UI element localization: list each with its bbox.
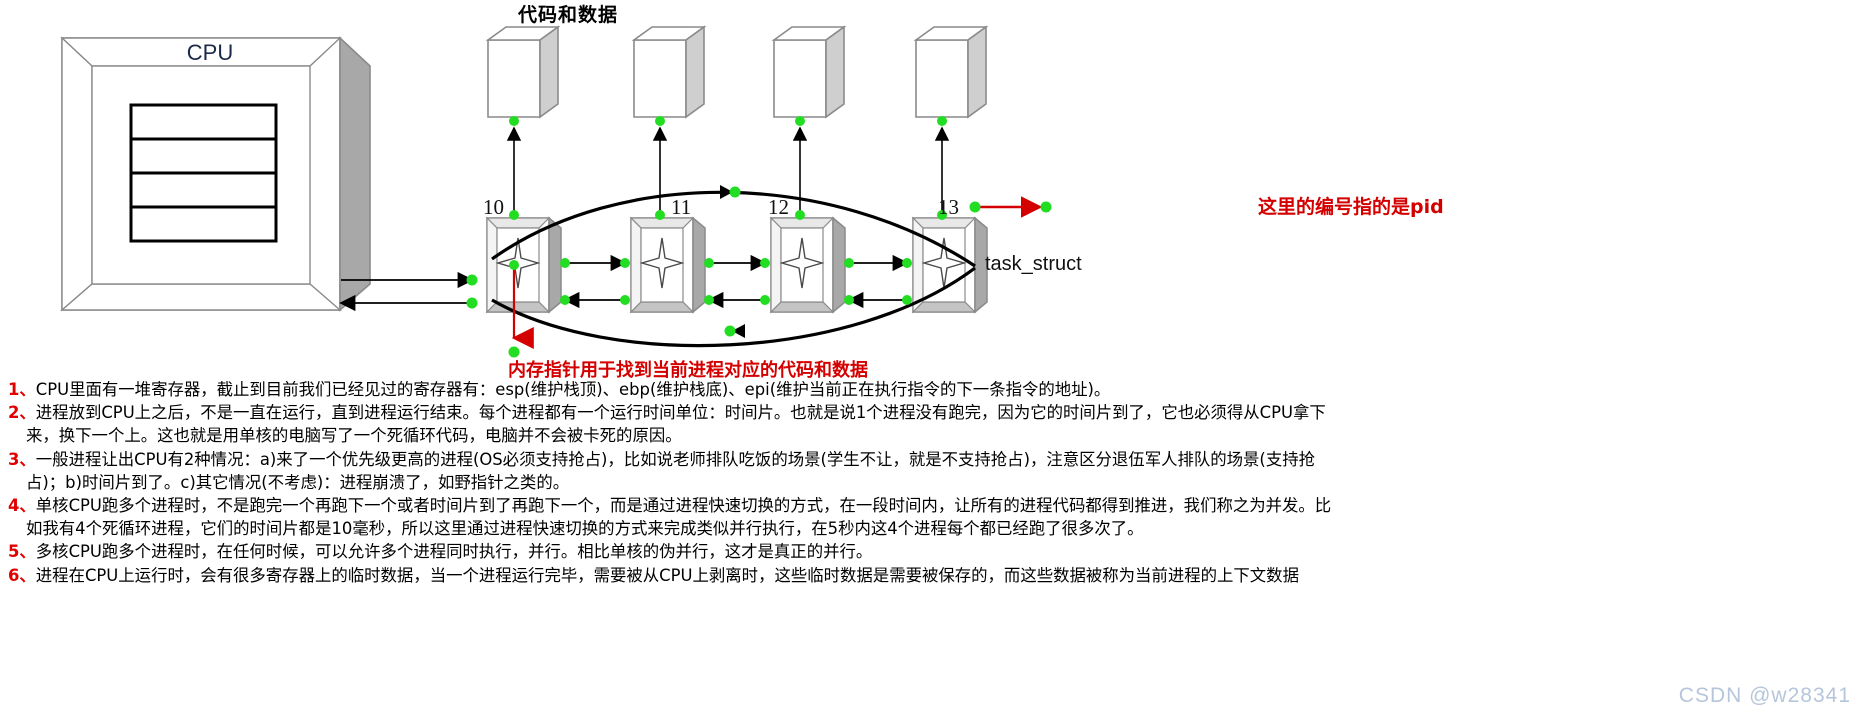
note-number: 2、 xyxy=(8,403,36,423)
task-struct-label: task_struct xyxy=(985,253,1082,275)
memory-block-1 xyxy=(485,25,561,119)
memory-block-3 xyxy=(771,25,847,119)
node-number-12: 12 xyxy=(768,195,789,219)
note-number: 1、 xyxy=(8,380,36,399)
cpu-frame xyxy=(60,36,371,312)
note-number: 3、 xyxy=(8,449,36,469)
note-text: CPU里面有一堆寄存器，截止到目前我们已经见过的寄存器有：esp(维护栈顶)、e… xyxy=(35,380,1111,399)
memory-block-4 xyxy=(913,25,989,119)
note-item-6: 6、进程在CPU上运行时，会有很多寄存器上的临时数据，当一个进程运行完毕，需要被… xyxy=(8,564,1858,587)
note-text-cont: 如我有4个死循环进程，它们的时间片都是10毫秒，所以这里通过进程快速切换的方式来… xyxy=(26,519,1144,539)
note-text: 一般进程让出CPU有2种情况：a)来了一个优先级更高的进程(OS必须支持抢占)，… xyxy=(35,449,1315,469)
node-number-13: 13 xyxy=(938,195,959,219)
note-text: 进程放到CPU上之后，不是一直在运行，直到进程运行结束。每个进程都有一个运行时间… xyxy=(35,403,1326,423)
diagram-vector-layer xyxy=(60,25,1052,358)
task-node-10 xyxy=(485,216,562,314)
note-item-1: 1、CPU里面有一堆寄存器，截止到目前我们已经见过的寄存器有：esp(维护栈顶)… xyxy=(8,378,1858,401)
note-item-5: 5、多核CPU跑多个进程时，在任何时候，可以允许多个进程同时执行，并行。相比单核… xyxy=(8,540,1858,563)
notes-list: 1、CPU里面有一堆寄存器，截止到目前我们已经见过的寄存器有：esp(维护栈顶)… xyxy=(8,378,1858,587)
task-node-12 xyxy=(769,216,846,314)
pid-annotation: 这里的编号指的是pid xyxy=(1258,196,1444,218)
node-number-11: 11 xyxy=(671,195,692,219)
note-text-cont: 占)；b)时间片到了。c)其它情况(不考虑)：进程崩溃了，如野指针之类的。 xyxy=(26,472,570,492)
memory-block-2 xyxy=(631,25,707,119)
note-number: 6、 xyxy=(8,565,36,585)
note-number: 4、 xyxy=(8,496,36,516)
note-text: 进程在CPU上运行时，会有很多寄存器上的临时数据，当一个进程运行完毕，需要被从C… xyxy=(35,565,1299,585)
note-text: 单核CPU跑多个进程时，不是跑完一个再跑下一个或者时间片到了再跑下一个，而是通过… xyxy=(35,496,1332,516)
note-item-2: 2、进程放到CPU上之后，不是一直在运行，直到进程运行结束。每个进程都有一个运行… xyxy=(8,401,1858,447)
note-text: 多核CPU跑多个进程时，在任何时候，可以允许多个进程同时执行，并行。相比单核的伪… xyxy=(35,542,873,562)
code-and-data-title: 代码和数据 xyxy=(517,4,618,26)
note-text-cont: 来，换下一个上。这也就是用单核的电脑写了一个死循环代码，电脑并不会被卡死的原因。 xyxy=(26,426,682,446)
task-node-11 xyxy=(629,216,706,314)
note-item-4: 4、单核CPU跑多个进程时，不是跑完一个再跑下一个或者时间片到了再跑下一个，而是… xyxy=(8,494,1858,540)
cpu-label: CPU xyxy=(186,40,234,65)
note-item-3: 3、一般进程让出CPU有2种情况：a)来了一个优先级更高的进程(OS必须支持抢占… xyxy=(8,448,1858,494)
diagram-canvas: 代码和数据 CPU 10 11 12 13 task_struct 这里的编号指… xyxy=(0,0,1865,724)
note-number: 5、 xyxy=(8,542,36,562)
node-number-10: 10 xyxy=(483,195,504,219)
